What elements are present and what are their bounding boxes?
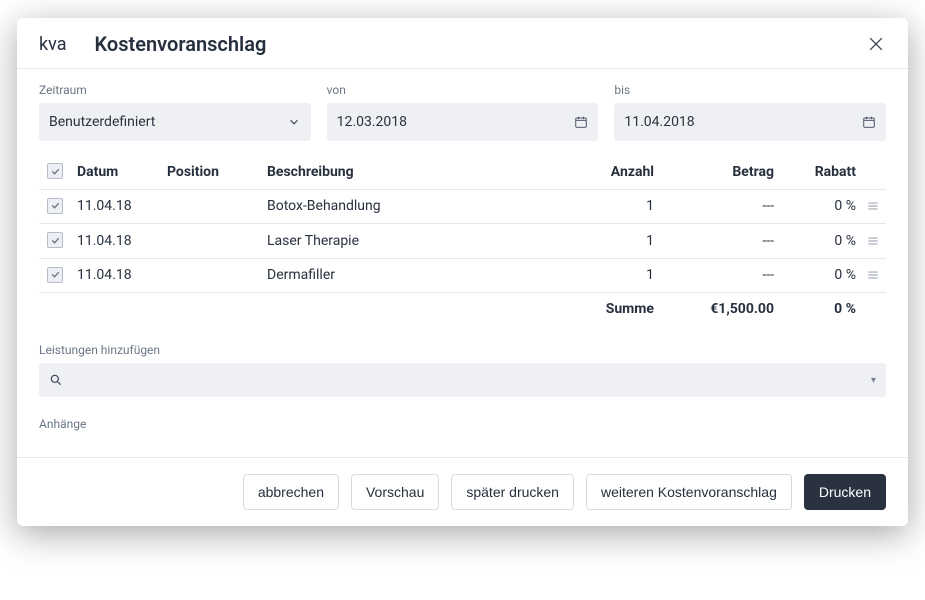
modal-title: Kostenvoranschlag: [95, 32, 866, 56]
table-row: 11.04.18 Botox-Behandlung1---0 %: [39, 189, 886, 224]
to-field: bis 11.04.2018: [614, 83, 886, 141]
items-table: Datum Position Beschreibung Anzahl Betra…: [39, 155, 886, 325]
chevron-down-icon: [287, 115, 301, 129]
header-amount: Betrag: [660, 155, 780, 189]
row-amount: ---: [660, 224, 780, 259]
filters-row: Zeitraum Benutzerdefiniert von 12.03.201…: [39, 83, 886, 141]
header-date: Datum: [71, 155, 161, 189]
another-estimate-button[interactable]: weiteren Kostenvoranschlag: [586, 474, 792, 510]
close-button[interactable]: [866, 34, 886, 54]
header-description: Beschreibung: [261, 155, 590, 189]
summary-row: Summe €1,500.00 0 %: [39, 293, 886, 326]
row-qty: 1: [590, 189, 660, 224]
header-qty: Anzahl: [590, 155, 660, 189]
calendar-icon: [574, 115, 588, 129]
print-later-button[interactable]: später drucken: [451, 474, 574, 510]
to-date-value: 11.04.2018: [624, 114, 862, 130]
header-discount: Rabatt: [780, 155, 860, 189]
calendar-icon: [862, 115, 876, 129]
period-select[interactable]: Benutzerdefiniert: [39, 103, 311, 141]
row-discount: 0 %: [780, 189, 860, 224]
print-button[interactable]: Drucken: [804, 474, 886, 510]
row-checkbox[interactable]: [47, 232, 63, 248]
table-header-row: Datum Position Beschreibung Anzahl Betra…: [39, 155, 886, 189]
from-label: von: [327, 83, 599, 97]
row-date: 11.04.18: [71, 258, 161, 293]
row-position: [161, 189, 261, 224]
row-discount: 0 %: [780, 258, 860, 293]
table-row: 11.04.18 Dermafiller1---0 %: [39, 258, 886, 293]
brand-label: kva: [39, 34, 67, 55]
row-discount: 0 %: [780, 224, 860, 259]
modal-footer: abbrechen Vorschau später drucken weiter…: [17, 457, 908, 526]
summary-label: Summe: [590, 293, 660, 326]
period-value: Benutzerdefiniert: [49, 114, 287, 130]
row-checkbox[interactable]: [47, 198, 63, 214]
modal-header: kva Kostenvoranschlag: [17, 18, 908, 69]
row-menu-button[interactable]: [866, 199, 880, 213]
cost-estimate-modal: kva Kostenvoranschlag Zeitraum Benutzerd…: [17, 18, 908, 526]
row-date: 11.04.18: [71, 189, 161, 224]
row-description: Dermafiller: [261, 258, 590, 293]
from-date-input[interactable]: 12.03.2018: [327, 103, 599, 141]
add-services-label: Leistungen hinzufügen: [39, 343, 886, 357]
preview-button[interactable]: Vorschau: [351, 474, 439, 510]
search-icon: [49, 373, 63, 387]
close-icon: [866, 34, 886, 54]
attachments-label: Anhänge: [39, 417, 886, 431]
row-position: [161, 224, 261, 259]
summary-discount: 0 %: [780, 293, 860, 326]
summary-amount: €1,500.00: [660, 293, 780, 326]
row-amount: ---: [660, 258, 780, 293]
row-description: Laser Therapie: [261, 224, 590, 259]
modal-body: Zeitraum Benutzerdefiniert von 12.03.201…: [17, 69, 908, 457]
row-date: 11.04.18: [71, 224, 161, 259]
add-services-search[interactable]: ▾: [39, 363, 886, 397]
cancel-button[interactable]: abbrechen: [243, 474, 339, 510]
row-qty: 1: [590, 224, 660, 259]
row-description: Botox-Behandlung: [261, 189, 590, 224]
from-field: von 12.03.2018: [327, 83, 599, 141]
select-all-checkbox[interactable]: [47, 163, 63, 179]
header-position: Position: [161, 155, 261, 189]
row-menu-button[interactable]: [866, 234, 880, 248]
row-position: [161, 258, 261, 293]
row-amount: ---: [660, 189, 780, 224]
table-row: 11.04.18 Laser Therapie1---0 %: [39, 224, 886, 259]
from-date-value: 12.03.2018: [337, 114, 575, 130]
period-field: Zeitraum Benutzerdefiniert: [39, 83, 311, 141]
row-qty: 1: [590, 258, 660, 293]
to-label: bis: [614, 83, 886, 97]
row-menu-button[interactable]: [866, 268, 880, 282]
row-checkbox[interactable]: [47, 267, 63, 283]
period-label: Zeitraum: [39, 83, 311, 97]
chevron-down-icon: ▾: [871, 375, 876, 386]
to-date-input[interactable]: 11.04.2018: [614, 103, 886, 141]
